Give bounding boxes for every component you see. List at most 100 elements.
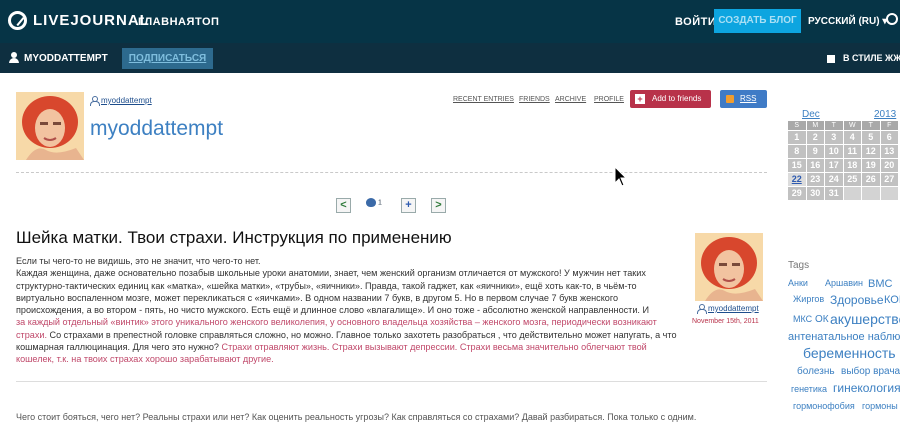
tag-link[interactable]: ОК [815,314,829,325]
calendar-day[interactable]: 12 [862,145,880,158]
entry-body: Если ты чего-то не видишь, это не значит… [16,255,684,366]
calendar-day[interactable]: 6 [880,131,898,144]
tag-link[interactable]: акушерство [830,311,900,327]
style-checkbox[interactable] [827,55,835,63]
entry-author-avatar[interactable] [695,233,763,301]
tag-link[interactable]: Здоровье [830,293,884,307]
tag-link[interactable]: КОКИ [884,294,900,306]
create-blog-button[interactable]: СОЗДАТЬ БЛОГ [714,9,801,33]
mouse-cursor-icon [614,166,628,187]
tags-heading: Tags [788,260,810,271]
calendar-day[interactable]: 24 [825,173,843,186]
nav-home[interactable]: ГЛАВНАЯ [138,16,195,28]
user-icon [90,96,100,106]
top-navigation-bar: LIVEJOURNAL ГЛАВНАЯ ТОП ВОЙТИ СОЗДАТЬ БЛ… [0,0,900,43]
language-selector[interactable]: РУССКИЙ (RU) ▾ [808,16,887,27]
calendar-day[interactable]: 2 [806,131,824,144]
rss-button[interactable]: RSS [720,90,767,108]
calendar-empty-cell [843,187,861,200]
entry-author-link[interactable]: myoddattempt [697,304,759,314]
tag-link[interactable]: гормонофобия [793,401,855,411]
calendar-day[interactable]: 17 [825,159,843,172]
calendar-day[interactable]: 20 [880,159,898,172]
heart-icon [366,198,376,207]
journal-title[interactable]: myoddattempt [90,117,223,141]
calendar-day[interactable]: 3 [825,131,843,144]
journal-username[interactable]: MYODDATTEMPT [24,53,108,64]
journal-avatar[interactable] [16,92,84,160]
entry-divider [16,381,767,382]
calendar-day[interactable]: 23 [806,173,824,186]
calendar-day[interactable]: 8 [788,145,806,158]
calendar-day[interactable]: 27 [880,173,898,186]
calendar-day[interactable]: 15 [788,159,806,172]
tag-link[interactable]: гинекология [833,381,900,395]
entry-paragraph: Каждая женщина, даже основательно позабы… [16,268,650,316]
calendar-month-link[interactable]: Dec [802,109,820,120]
rss-label: RSS [740,94,757,103]
header-divider [16,172,767,173]
entry-author-name: myoddattempt [708,304,759,313]
plus-icon: + [635,94,645,104]
tag-link[interactable]: Анки [788,278,808,288]
like-button[interactable]: 1 [366,198,386,213]
login-link[interactable]: ВОЙТИ [675,16,716,28]
user-icon [697,304,707,314]
nav-top[interactable]: ТОП [195,16,219,28]
calendar-year-link[interactable]: 2013 [874,109,896,120]
calendar-day[interactable]: 5 [862,131,880,144]
calendar-day[interactable]: 18 [843,159,861,172]
calendar-day[interactable]: 31 [825,187,843,200]
calendar-empty-cell [880,187,898,200]
calendar-day[interactable]: 11 [843,145,861,158]
calendar-day[interactable]: 22 [788,173,806,186]
entry-title[interactable]: Шейка матки. Твои страхи. Инструкция по … [16,228,452,248]
entry-continuation-text: Чего стоит бояться, чего нет? Реальны ст… [16,412,697,422]
like-count: 1 [378,199,382,207]
entry-paragraph: Если ты чего-то не видишь, это не значит… [16,256,261,266]
rss-icon [726,95,734,103]
add-friends-label: Add to friends [652,94,702,103]
search-icon[interactable] [886,13,898,25]
calendar-day[interactable]: 1 [788,131,806,144]
add-memory-button[interactable]: + [401,198,416,213]
calendar-empty-cell [862,187,880,200]
tag-link[interactable]: беременность [803,345,896,361]
tag-link[interactable]: Аршавин [825,278,863,288]
next-entry-button[interactable]: > [431,198,446,213]
calendar-day[interactable]: 29 [788,187,806,200]
tag-link[interactable]: антенатальное наблюдение [788,331,900,343]
tag-link[interactable]: болезнь [797,366,835,377]
tag-link[interactable]: гормоны [862,401,898,411]
nav-friends[interactable]: FRIENDS [519,96,550,103]
calendar-day[interactable]: 19 [862,159,880,172]
calendar-day[interactable]: 26 [862,173,880,186]
subscribe-button[interactable]: ПОДПИСАТЬСЯ [122,48,213,69]
add-to-friends-button[interactable]: + Add to friends [630,90,711,108]
calendar-weekday-header: S [788,121,806,130]
calendar-day[interactable]: 16 [806,159,824,172]
tag-link[interactable]: выбор врача [841,366,900,377]
livejournal-logo[interactable]: LIVEJOURNAL [8,11,150,30]
prev-entry-button[interactable]: < [336,198,351,213]
calendar-day[interactable]: 10 [825,145,843,158]
calendar-day[interactable]: 13 [880,145,898,158]
livejournal-logo-icon [8,11,27,30]
calendar-day[interactable]: 4 [843,131,861,144]
calendar-weekday-header: T [862,121,880,130]
calendar-day[interactable]: 30 [806,187,824,200]
tag-link[interactable]: МКС [793,314,812,324]
journal-user-name: myoddattempt [101,96,152,105]
style-label[interactable]: В СТИЛЕ ЖЖ [843,53,900,63]
calendar-day[interactable]: 9 [806,145,824,158]
nav-archive[interactable]: ARCHIVE [555,96,586,103]
calendar-day[interactable]: 25 [843,173,861,186]
user-icon [9,52,19,64]
tag-link[interactable]: ВМС [868,278,892,290]
logo-text: LIVEJOURNAL [33,12,150,29]
nav-profile[interactable]: PROFILE [594,96,624,103]
tag-link[interactable]: генетика [791,384,827,394]
tag-link[interactable]: Жиргов [793,294,824,304]
journal-user-link[interactable]: myoddattempt [90,96,152,106]
nav-recent-entries[interactable]: RECENT ENTRIES [453,96,514,103]
